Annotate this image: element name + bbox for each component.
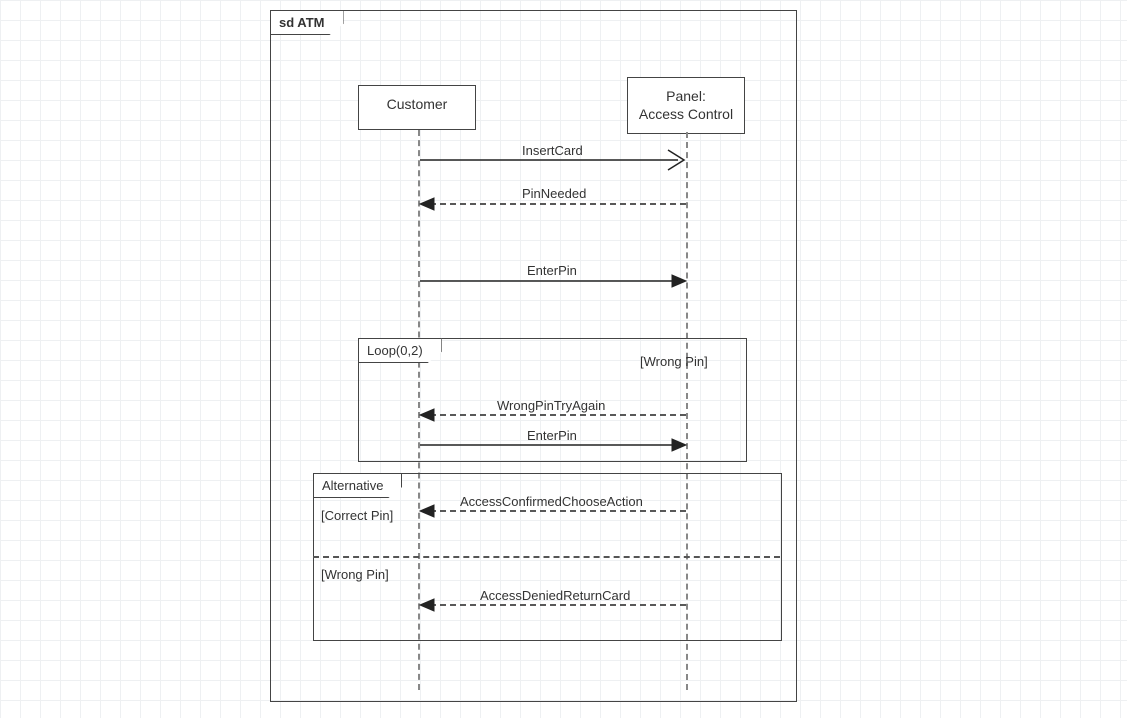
msg-wrongpin-label: WrongPinTryAgain [497, 398, 605, 413]
msg-accessconfirmed-label: AccessConfirmedChooseAction [460, 494, 643, 509]
loop-fragment-label: Loop(0,2) [367, 343, 423, 358]
msg-insertcard-label: InsertCard [522, 143, 583, 158]
lifeline-panel-label-1: Panel: [666, 88, 706, 104]
alt-divider [313, 556, 780, 558]
lifeline-customer: Customer [358, 85, 476, 130]
msg-pinneeded-label: PinNeeded [522, 186, 586, 201]
msg-accessdenied-label: AccessDeniedReturnCard [480, 588, 630, 603]
sd-frame-title-tab: sd ATM [270, 10, 344, 35]
lifeline-panel-label-2: Access Control [639, 106, 733, 122]
alt-fragment-label: Alternative [322, 478, 383, 493]
alt-guard-wrong: [Wrong Pin] [321, 567, 389, 582]
loop-fragment-tab: Loop(0,2) [358, 338, 442, 363]
msg-enterpin-label: EnterPin [527, 263, 577, 278]
sequence-diagram: sd ATM Customer Panel: Access Control Lo… [0, 0, 1127, 718]
msg-enterpin2-label: EnterPin [527, 428, 577, 443]
lifeline-panel: Panel: Access Control [627, 77, 745, 134]
lifeline-customer-label: Customer [387, 96, 448, 112]
sd-frame-title: sd ATM [279, 15, 325, 30]
loop-guard: [Wrong Pin] [640, 354, 708, 369]
alt-guard-correct: [Correct Pin] [321, 508, 393, 523]
alt-fragment-tab: Alternative [313, 473, 402, 498]
